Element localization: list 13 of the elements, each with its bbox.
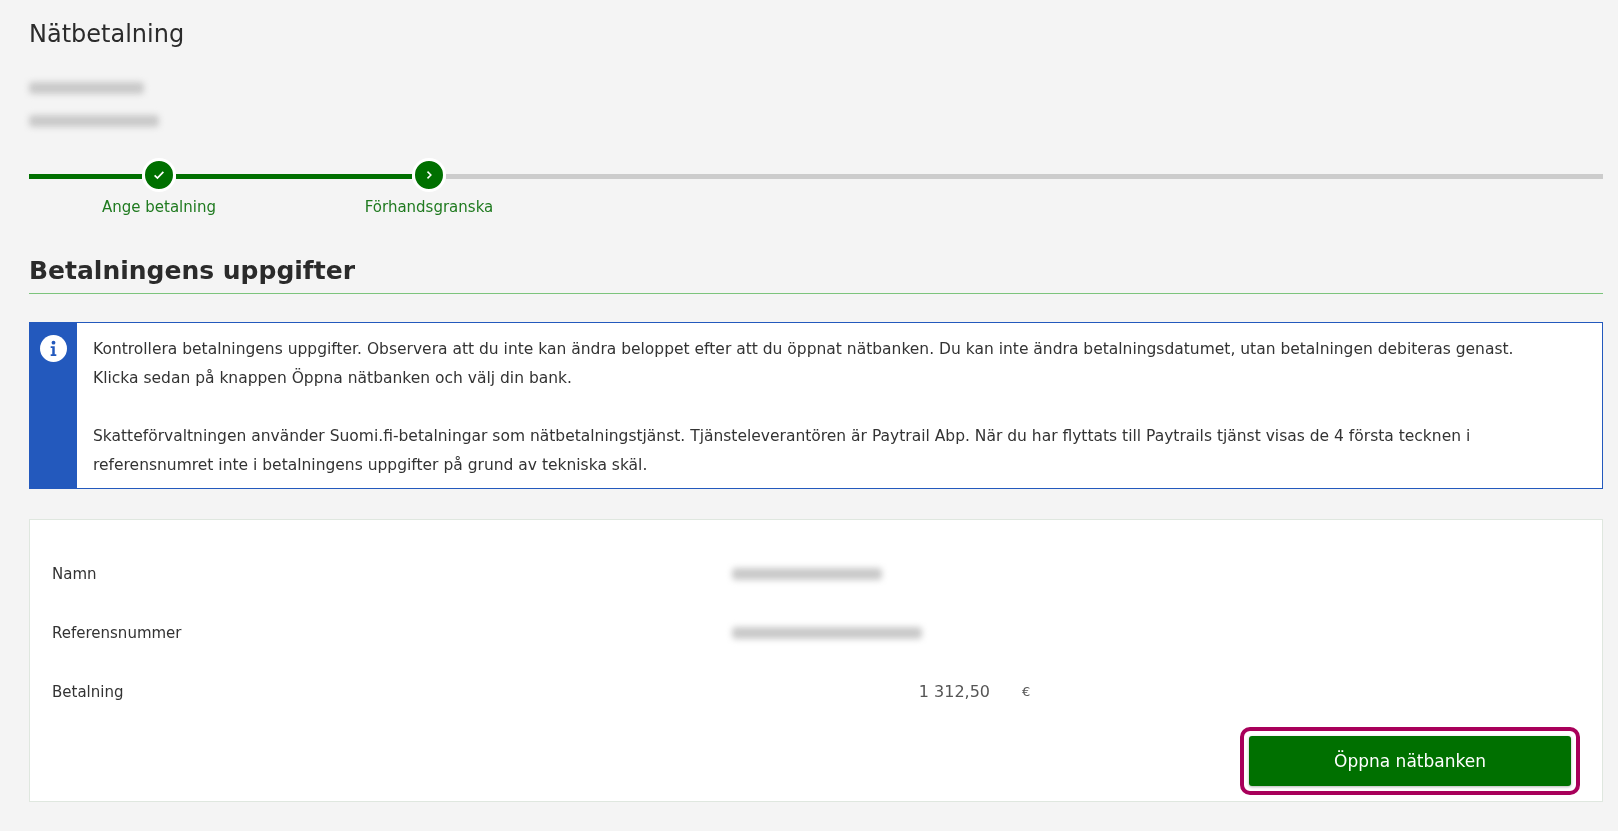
info-icon [40,335,67,362]
info-text: Skatteförvaltningen använder Suomi.fi-betalningar som nätbetalningstjänst. Tjänsteleverantören är Paytrail Abp. När du har flyttats till Paytrails tjänst visas de 4 första tecknen i referensnumret inte i betalningens uppgifter på grund av tekniska skäl. [93,426,1472,476]
amount-value: 1 312,50 [917,682,990,701]
detail-label: Referensnummer [52,623,183,642]
step-label: Ange betalning [102,198,216,216]
page-title: Nätbetalning [29,20,186,48]
info-text: Kontrollera betalningens uppgifter. Observera att du inte kan ändra beloppet efter att du öppnat nätbanken. Du kan inte ändra betalningsdatumet, utan betalningen debiteras genast. Klicka sedan på knappen Öppna nätbanken och välj din bank. [93,339,1515,389]
currency-unit: € [1022,684,1031,699]
detail-label: Namn [52,564,98,583]
section-heading: Betalningens uppgifter [29,256,1603,294]
step-label: Förhandsgranska [364,198,494,216]
open-bank-button[interactable]: Öppna nätbanken [1249,736,1571,786]
detail-label: Betalning [52,682,125,701]
